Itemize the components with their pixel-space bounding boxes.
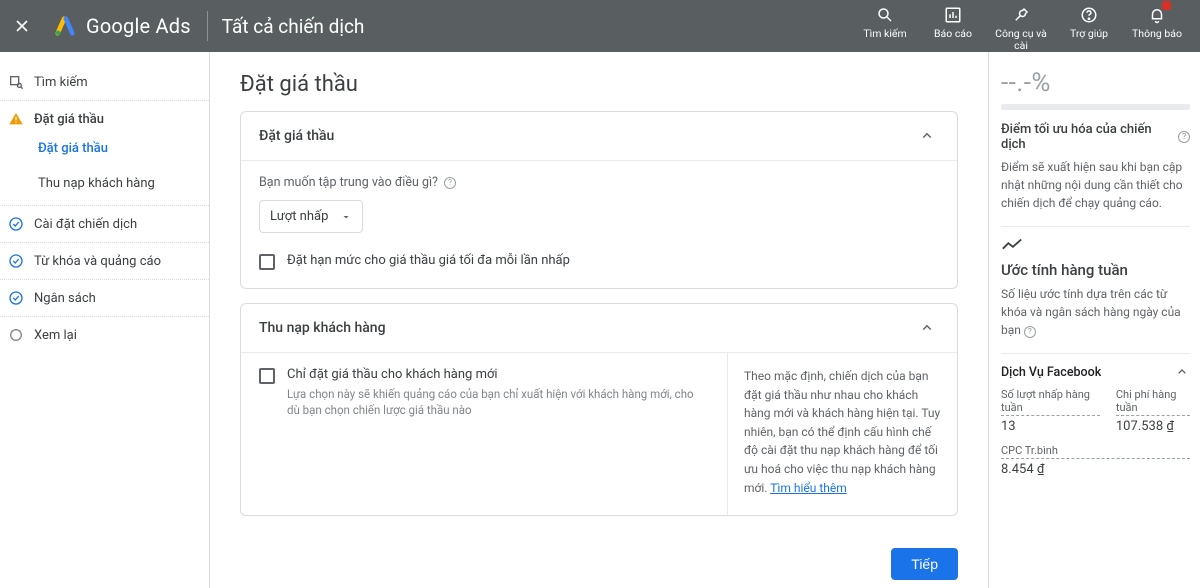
- next-button[interactable]: Tiếp: [891, 548, 958, 580]
- card-acquisition-header[interactable]: Thu nạp khách hàng: [241, 304, 957, 353]
- card-bidding: Đặt giá thầu Bạn muốn tập trung vào điều…: [240, 111, 958, 289]
- trend-line-icon: [1001, 237, 1023, 253]
- focus-label: Bạn muốn tập trung vào điều gì? ?: [259, 175, 939, 190]
- tool-search[interactable]: Tìm kiếm: [856, 4, 914, 40]
- stat-cost: Chi phí hàng tuần 107.538 ₫: [1116, 388, 1190, 434]
- help-icon: [1078, 4, 1100, 26]
- acquisition-info-text: Theo mặc định, chiến dịch của bạn đặt gi…: [744, 369, 940, 495]
- bid-limit-label: Đặt hạn mức cho giá thầu giá tối đa mỗi …: [287, 253, 570, 268]
- close-button[interactable]: [0, 0, 44, 52]
- divider: [1001, 226, 1190, 227]
- chevron-up-icon: [918, 319, 936, 337]
- only-new-caption: Lựa chọn này sẽ khiến quảng cáo của bạn …: [287, 386, 709, 418]
- top-bar: Google Ads Tất cả chiến dịch Tìm kiếm Bá…: [0, 0, 1200, 52]
- optimization-score-bar: [1001, 104, 1190, 110]
- acquisition-left: Chỉ đặt giá thầu cho khách hàng mới Lựa …: [241, 353, 727, 515]
- sidebar-sub-acquisition[interactable]: Thu nạp khách hàng: [0, 166, 209, 201]
- divider: [207, 11, 208, 41]
- sidebar-label: Ngân sách: [34, 291, 96, 306]
- sidebar-group-bidding: Đặt giá thầu Đặt giá thầu Thu nạp khách …: [0, 101, 209, 206]
- sidebar-item-keywords[interactable]: Từ khóa và quảng cáo: [0, 243, 209, 280]
- divider: [1001, 353, 1190, 354]
- product-brand: Google Ads: [44, 0, 201, 52]
- caret-down-icon: [340, 211, 352, 223]
- only-new-label: Chỉ đặt giá thầu cho khách hàng mới: [287, 367, 709, 382]
- check-circle-icon: [8, 290, 24, 306]
- google-ads-logo-icon: [54, 15, 76, 37]
- card-acquisition: Thu nạp khách hàng Chỉ đặt giá thầu cho …: [240, 303, 958, 516]
- help-tooltip-icon[interactable]: ?: [1024, 326, 1036, 338]
- weekly-estimate-text: Số liệu ước tính dựa trên các từ khóa và…: [1001, 285, 1190, 339]
- bid-limit-checkbox[interactable]: [259, 254, 275, 270]
- product-name: Google Ads: [86, 14, 191, 38]
- sidebar-label: Xem lại: [34, 328, 77, 343]
- tool-help[interactable]: Trợ giúp: [1060, 4, 1118, 40]
- sidebar-label: Tìm kiếm: [34, 75, 88, 90]
- search-type-icon: [8, 74, 24, 90]
- select-value: Lượt nhấp: [270, 209, 328, 224]
- service-name: Dịch Vụ Facebook: [1001, 365, 1101, 380]
- tool-tools[interactable]: Công cụ và cài: [992, 4, 1050, 52]
- focus-select[interactable]: Lượt nhấp: [259, 200, 363, 233]
- warning-icon: [8, 111, 24, 127]
- wrench-icon: [1010, 4, 1032, 26]
- optimization-score-value: --.-%: [1001, 68, 1190, 98]
- card-bidding-header[interactable]: Đặt giá thầu: [241, 112, 957, 161]
- workspace: Tìm kiếm Đặt giá thầu Đặt giá thầu Thu n…: [0, 52, 1200, 588]
- setup-sidebar: Tìm kiếm Đặt giá thầu Đặt giá thầu Thu n…: [0, 52, 210, 588]
- page-title: Đặt giá thầu: [240, 72, 958, 97]
- only-new-checkbox[interactable]: [259, 368, 275, 384]
- main-content: Đặt giá thầu Đặt giá thầu Bạn muốn tập t…: [210, 52, 988, 588]
- right-rail: --.-% Điểm tối ưu hóa của chiến dịch ? Đ…: [988, 52, 1200, 588]
- chevron-up-icon: [1174, 364, 1190, 380]
- close-icon: [12, 16, 32, 36]
- stat-cpc: CPC Tr.bình 8.454 ₫: [1001, 444, 1190, 477]
- bid-limit-row: Đặt hạn mức cho giá thầu giá tối đa mỗi …: [259, 253, 939, 270]
- estimate-service-toggle[interactable]: Dịch Vụ Facebook: [1001, 364, 1190, 380]
- context-title: Tất cả chiến dịch: [222, 15, 365, 38]
- check-circle-icon: [8, 216, 24, 232]
- only-new-row: Chỉ đặt giá thầu cho khách hàng mới Lựa …: [259, 367, 709, 418]
- sidebar-label: Đặt giá thầu: [34, 112, 104, 127]
- tool-notifications[interactable]: Thông báo: [1128, 4, 1186, 40]
- sidebar-label: Từ khóa và quảng cáo: [34, 254, 161, 269]
- collapse-button[interactable]: [915, 124, 939, 148]
- optimization-score-heading: Điểm tối ưu hóa của chiến dịch ?: [1001, 122, 1190, 152]
- bell-icon: [1146, 4, 1168, 26]
- sidebar-sub-bidding[interactable]: Đặt giá thầu: [0, 131, 209, 166]
- help-tooltip-icon[interactable]: ?: [1178, 131, 1190, 143]
- circle-empty-icon: [8, 327, 24, 343]
- stat-row-1: Số lượt nhấp hàng tuần 13 Chi phí hàng t…: [1001, 388, 1190, 434]
- card-title: Đặt giá thầu: [259, 128, 334, 144]
- bar-chart-icon: [942, 4, 964, 26]
- card-acquisition-body: Chỉ đặt giá thầu cho khách hàng mới Lựa …: [241, 353, 957, 515]
- sidebar-item-budget[interactable]: Ngân sách: [0, 280, 209, 317]
- top-bar-left: Google Ads Tất cả chiến dịch: [0, 0, 364, 52]
- tool-reports[interactable]: Báo cáo: [924, 4, 982, 40]
- check-circle-icon: [8, 253, 24, 269]
- sidebar-item-bidding[interactable]: Đặt giá thầu: [0, 101, 209, 131]
- learn-more-link[interactable]: Tìm hiểu thêm: [770, 481, 847, 495]
- sidebar-item-search[interactable]: Tìm kiếm: [0, 64, 209, 101]
- card-bidding-body: Bạn muốn tập trung vào điều gì? ? Lượt n…: [241, 161, 957, 288]
- sidebar-label: Cài đặt chiến dịch: [34, 217, 137, 232]
- top-bar-tools: Tìm kiếm Báo cáo Công cụ và cài Trợ giúp: [856, 0, 1200, 52]
- collapse-button[interactable]: [915, 316, 939, 340]
- card-title: Thu nạp khách hàng: [259, 320, 386, 336]
- notification-badge: [1162, 1, 1171, 10]
- search-icon: [874, 4, 896, 26]
- optimization-score-text: Điểm sẽ xuất hiện sau khi bạn cập nhật n…: [1001, 158, 1190, 212]
- sidebar-item-review[interactable]: Xem lại: [0, 317, 209, 353]
- chevron-up-icon: [918, 127, 936, 145]
- sidebar-item-campaign-settings[interactable]: Cài đặt chiến dịch: [0, 206, 209, 243]
- weekly-estimate-heading: Ước tính hàng tuần: [1001, 261, 1190, 279]
- main-footer: fiex Tiếp: [240, 544, 958, 580]
- help-tooltip-icon[interactable]: ?: [444, 177, 456, 189]
- acquisition-info-panel: Theo mặc định, chiến dịch của bạn đặt gi…: [727, 353, 957, 515]
- stat-clicks: Số lượt nhấp hàng tuần 13: [1001, 388, 1100, 434]
